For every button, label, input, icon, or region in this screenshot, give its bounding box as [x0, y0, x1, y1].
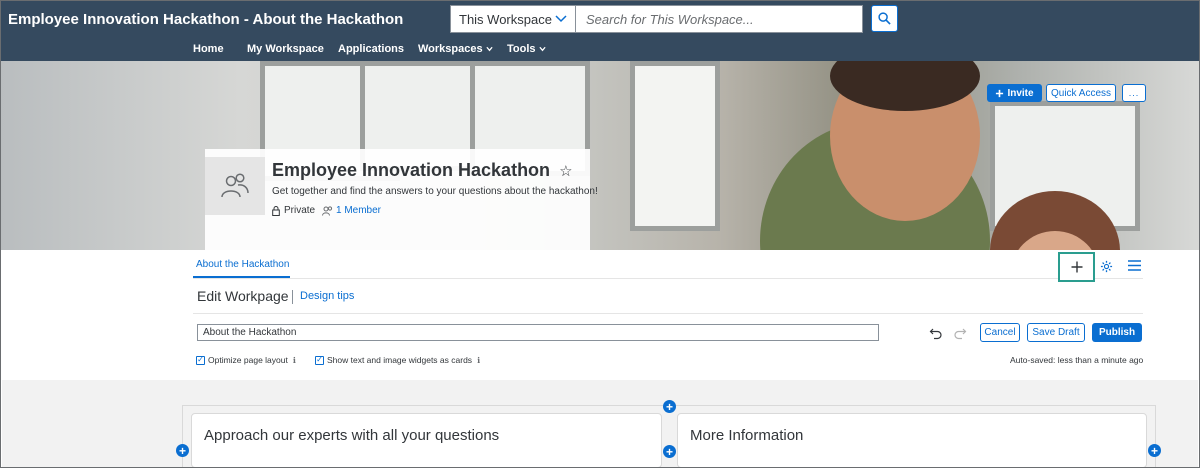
workspace-description: Get together and find the answers to you… — [272, 186, 598, 197]
tabs-divider — [193, 278, 1143, 279]
search-scope-value: This Workspace — [459, 11, 552, 27]
settings-button[interactable] — [1097, 257, 1115, 275]
redo-button[interactable] — [953, 326, 967, 340]
undo-button[interactable] — [929, 326, 943, 340]
invite-label: Invite — [1007, 87, 1034, 99]
save-draft-button[interactable]: Save Draft — [1027, 323, 1085, 342]
add-column-icon[interactable]: + — [1148, 444, 1161, 457]
checkbox-checked-icon[interactable]: ✓ — [315, 355, 324, 365]
design-tips-link[interactable]: Design tips — [300, 290, 354, 302]
plus-icon — [1071, 261, 1082, 273]
publish-button[interactable]: Publish — [1092, 323, 1142, 342]
nav-item-workspaces[interactable]: Workspaces — [418, 43, 493, 55]
workspace-title-text: Employee Innovation Hackathon — [272, 160, 551, 180]
quick-access-button[interactable]: Quick Access — [1046, 84, 1116, 102]
workspace-avatar — [205, 157, 265, 215]
workspace-privacy: Private — [272, 205, 315, 216]
group-icon — [221, 173, 249, 198]
editor-title: Edit Workpage — [197, 288, 289, 304]
add-column-icon[interactable]: + — [176, 444, 189, 457]
nav-item-home[interactable]: Home — [193, 43, 224, 55]
app-title: Employee Innovation Hackathon - About th… — [8, 11, 404, 28]
search-button[interactable] — [871, 5, 898, 32]
optimize-layout-label: Optimize page layout — [208, 355, 288, 365]
nav-item-applications[interactable]: Applications — [338, 43, 404, 55]
redo-icon — [954, 328, 967, 340]
main-nav: Home My Workspace Applications Workspace… — [0, 40, 1200, 60]
tab-about-the-hackathon[interactable]: About the Hackathon — [196, 259, 289, 270]
nav-item-workspaces-label: Workspaces — [418, 43, 483, 55]
undo-icon — [929, 328, 942, 340]
invite-button[interactable]: Invite — [987, 84, 1042, 102]
shell-bar: Employee Innovation Hackathon - About th… — [0, 0, 1200, 61]
page-name-input[interactable]: About the Hackathon — [197, 324, 879, 341]
search-input[interactable]: Search for This Workspace... — [576, 5, 863, 33]
workspace-privacy-label: Private — [284, 205, 316, 216]
lock-icon — [272, 205, 280, 216]
workspace-members-link[interactable]: 1 Member — [322, 205, 381, 216]
info-icon[interactable]: ℹ — [477, 356, 480, 365]
cancel-button[interactable]: Cancel — [980, 323, 1020, 342]
widget-title: More Information — [690, 427, 804, 444]
chevron-down-icon — [485, 43, 493, 55]
plus-icon — [996, 89, 1004, 97]
chevron-down-icon — [555, 15, 567, 23]
separator — [292, 290, 293, 304]
banner-window-decoration — [630, 61, 720, 231]
workspace-members-label: 1 Member — [336, 205, 382, 216]
info-icon[interactable]: ℹ — [293, 356, 296, 365]
nav-item-tools[interactable]: Tools — [507, 43, 546, 55]
nav-item-tools-label: Tools — [507, 43, 536, 55]
add-column-icon[interactable]: + — [663, 445, 676, 458]
optimize-layout-option[interactable]: ✓ Optimize page layout ℹ — [196, 355, 296, 365]
editor-divider — [193, 313, 1143, 314]
checkbox-checked-icon[interactable]: ✓ — [196, 355, 205, 365]
widget-title: Approach our experts with all your quest… — [204, 427, 500, 444]
add-section-icon[interactable]: + — [663, 400, 676, 413]
chevron-down-icon — [538, 43, 546, 55]
menu-button[interactable] — [1126, 257, 1142, 273]
gear-icon — [1100, 260, 1112, 272]
hamburger-menu-icon — [1127, 259, 1141, 271]
members-icon — [322, 205, 333, 216]
nav-item-my-workspace[interactable]: My Workspace — [247, 43, 324, 55]
workspace-title: Employee Innovation Hackathon ☆ — [272, 160, 573, 181]
add-page-button[interactable] — [1058, 252, 1095, 282]
cards-option-label: Show text and image widgets as cards — [327, 355, 473, 365]
more-icon: ... — [1128, 88, 1140, 98]
search-scope-select[interactable]: This Workspace — [450, 5, 576, 33]
favorite-star-icon[interactable]: ☆ — [559, 163, 572, 180]
autosave-status: Auto-saved: less than a minute ago — [1010, 355, 1144, 365]
more-options-button[interactable]: ... — [1122, 84, 1146, 102]
search-icon — [878, 12, 891, 25]
cards-option[interactable]: ✓ Show text and image widgets as cards ℹ — [315, 355, 480, 365]
